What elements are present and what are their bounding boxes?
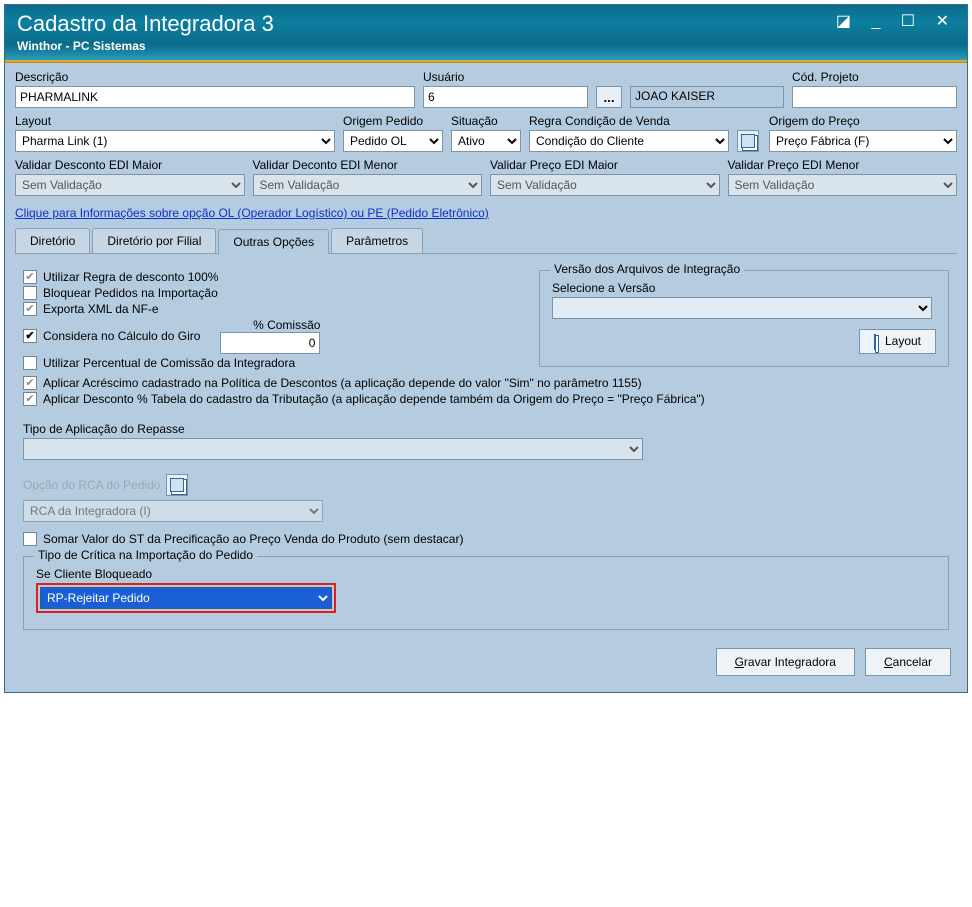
versao-select[interactable] [552,297,932,319]
repasse-select[interactable] [23,438,643,460]
layout-button[interactable]: Layout [859,329,936,354]
tab-parametros[interactable]: Parâmetros [331,228,423,253]
val-desc-maior-select[interactable]: Sem Validação [15,174,245,196]
layout-label: Layout [15,114,335,128]
chk-exporta-xml-label: Exporta XML da NF-e [43,302,159,316]
rca-icon[interactable] [166,474,188,496]
comissao-label: % Comissão [253,318,320,332]
descricao-label: Descrição [15,70,415,84]
info-link[interactable]: Clique para Informações sobre opção OL (… [15,206,489,220]
chk-considera-giro-label: Considera no Cálculo do Giro [43,329,200,343]
chk-regra-desconto[interactable]: ✔ [23,270,37,284]
regra-select[interactable]: Condição do Cliente [529,130,729,152]
chk-bloquear-pedidos[interactable] [23,286,37,300]
tab-outras-opcoes[interactable]: Outras Opções [218,229,329,254]
versao-group-title: Versão dos Arquivos de Integração [550,262,744,276]
close-icon[interactable]: ✕ [936,13,957,30]
window-subtitle: Winthor - PC Sistemas [17,39,955,53]
chk-exporta-xml[interactable]: ✔ [23,302,37,316]
rca-label: Opção do RCA do Pedido [23,478,160,492]
chk-regra-desconto-label: Utilizar Regra de desconto 100% [43,270,218,284]
chk-percentual-comissao-label: Utilizar Percentual de Comissão da Integ… [43,356,295,370]
versao-select-label: Selecione a Versão [552,281,936,295]
chk-somar-st[interactable] [23,532,37,546]
val-desc-maior-label: Validar Desconto EDI Maior [15,158,245,172]
save-button[interactable]: Gravar Integradora [716,648,855,676]
usuario-label: Usuário [423,70,588,84]
descricao-input[interactable] [15,86,415,108]
situacao-select[interactable]: Ativo [451,130,521,152]
chk-percentual-comissao[interactable] [23,356,37,370]
usuario-lookup-button[interactable]: ... [596,86,622,108]
chk-bloquear-pedidos-label: Bloquear Pedidos na Importação [43,286,218,300]
tab-diretorio-filial[interactable]: Diretório por Filial [92,228,216,253]
chk-aplicar-desconto-trib[interactable]: ✔ [23,392,37,406]
situacao-label: Situação [451,114,521,128]
restore-icon[interactable]: ◪ [836,13,859,30]
tab-strip: Diretório Diretório por Filial Outras Op… [15,228,957,254]
tab-diretorio[interactable]: Diretório [15,228,90,253]
chk-considera-giro[interactable]: ✔ [23,329,37,343]
layout-select[interactable]: Pharma Link (1) [15,130,335,152]
copy-icon[interactable] [737,130,759,152]
critica-sub-label: Se Cliente Bloqueado [36,567,936,581]
title-bar: Cadastro da Integradora 3 Winthor - PC S… [5,5,967,62]
rca-select: RCA da Integradora (I) [23,500,323,522]
usuario-code-input[interactable] [423,86,588,108]
cancel-button[interactable]: Cancelar [865,648,951,676]
window-title: Cadastro da Integradora 3 [17,11,955,37]
origem-pedido-select[interactable]: Pedido OL [343,130,443,152]
val-preco-menor-label: Validar Preço EDI Menor [728,158,958,172]
cod-projeto-input[interactable] [792,86,957,108]
val-desc-menor-select[interactable]: Sem Validação [253,174,483,196]
critica-select[interactable]: RP-Rejeitar Pedido [40,587,332,609]
comissao-input[interactable] [220,332,320,354]
val-desc-menor-label: Validar Deconto EDI Menor [253,158,483,172]
usuario-name-display: JOAO KAISER [630,86,784,108]
chk-aplicar-acrescimo-label: Aplicar Acréscimo cadastrado na Política… [43,376,642,390]
origem-preco-label: Origem do Preço [769,114,957,128]
critica-group-title: Tipo de Crítica na Importação do Pedido [34,548,257,562]
origem-pedido-label: Origem Pedido [343,114,443,128]
val-preco-maior-select[interactable]: Sem Validação [490,174,720,196]
val-preco-maior-label: Validar Preço EDI Maior [490,158,720,172]
layout-icon [874,335,876,349]
chk-aplicar-desconto-trib-label: Aplicar Desconto % Tabela do cadastro da… [43,392,705,406]
versao-group: Versão dos Arquivos de Integração Seleci… [539,270,949,367]
maximize-icon[interactable]: ☐ [901,13,923,30]
chk-somar-st-label: Somar Valor do ST da Precificação ao Pre… [43,532,463,546]
regra-label: Regra Condição de Venda [529,114,729,128]
cod-projeto-label: Cód. Projeto [792,70,957,84]
origem-preco-select[interactable]: Preço Fábrica (F) [769,130,957,152]
critica-highlight: RP-Rejeitar Pedido [36,583,336,613]
minimize-icon[interactable]: _ [871,13,888,30]
repasse-label: Tipo de Aplicação do Repasse [23,422,949,436]
chk-aplicar-acrescimo[interactable]: ✔ [23,376,37,390]
val-preco-menor-select[interactable]: Sem Validação [728,174,958,196]
critica-group: Tipo de Crítica na Importação do Pedido … [23,556,949,630]
